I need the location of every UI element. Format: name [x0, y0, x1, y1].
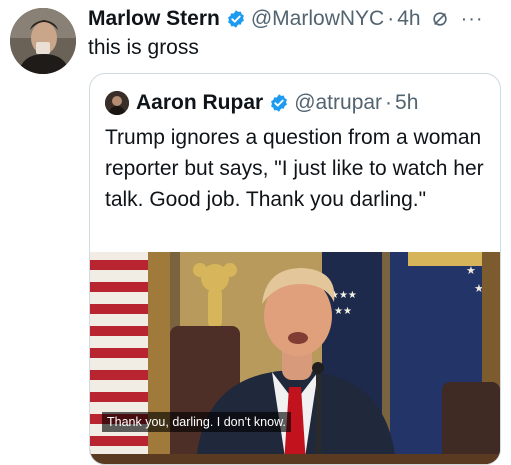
quoted-tweet-text: Trump ignores a question from a woman re…: [105, 126, 484, 211]
quoted-tweet[interactable]: Aaron Rupar @atrupar · 5h Trump ignores …: [89, 73, 501, 465]
author-handle[interactable]: @MarlowNYC: [251, 7, 384, 31]
tweet-text: this is gross: [88, 36, 199, 59]
grok-icon[interactable]: [431, 10, 449, 28]
svg-text:★★: ★★: [334, 306, 352, 317]
quoted-author-name[interactable]: Aaron Rupar: [136, 91, 263, 115]
quoted-avatar[interactable]: [105, 91, 129, 115]
video-player[interactable]: ★★★ ★★ ★ ★ Thank you, darling. I don't k…: [90, 252, 500, 464]
author-name[interactable]: Marlow Stern: [88, 7, 220, 31]
separator-dot: ·: [385, 91, 393, 114]
verified-badge-icon: [269, 93, 289, 113]
quoted-tweet-header: Aaron Rupar @atrupar · 5h: [105, 88, 418, 118]
svg-text:★: ★: [466, 265, 476, 277]
separator-dot: ·: [387, 7, 395, 30]
video-frame: ★★★ ★★ ★ ★: [90, 252, 500, 464]
more-options-icon[interactable]: ···: [461, 8, 484, 31]
avatar[interactable]: [10, 8, 76, 74]
video-caption: Thank you, darling. I don't know.: [102, 412, 291, 432]
quoted-author-handle[interactable]: @atrupar: [294, 91, 382, 115]
user-avatar-photo-icon: [10, 8, 76, 74]
tweet-header: Marlow Stern @MarlowNYC · 4h ···: [88, 4, 484, 34]
verified-badge-icon: [226, 9, 246, 29]
quoted-timestamp[interactable]: 5h: [395, 91, 418, 115]
timestamp[interactable]: 4h: [397, 7, 420, 31]
